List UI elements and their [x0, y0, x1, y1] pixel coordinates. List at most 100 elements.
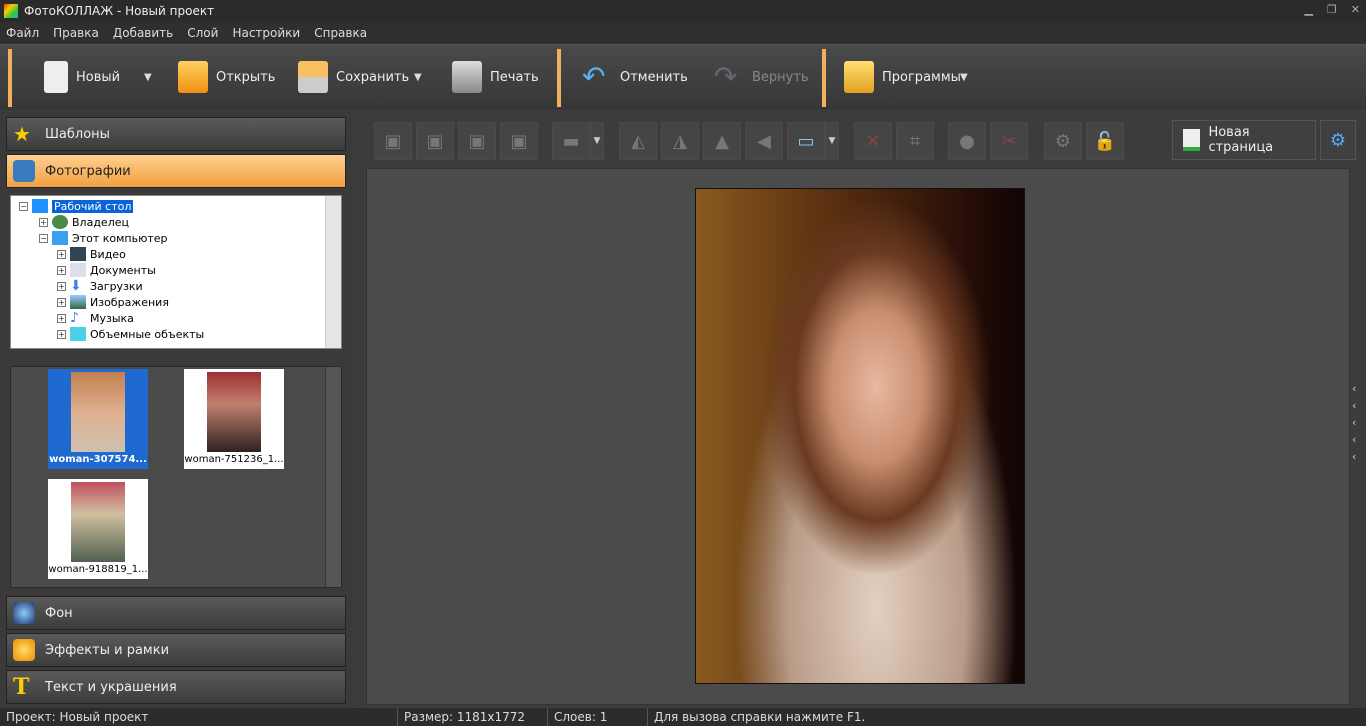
section-background[interactable]: Фон	[6, 596, 346, 630]
tree-label: Музыка	[90, 311, 134, 325]
tree-item-video[interactable]: + Видео	[57, 246, 126, 262]
menu-file[interactable]: Файл	[6, 26, 39, 40]
star-icon: ★	[13, 122, 31, 146]
new-dropdown-arrow[interactable]: ▼	[144, 55, 152, 99]
music-note-icon: ♪	[70, 310, 79, 326]
expand-icon: +	[57, 313, 66, 323]
delete-button[interactable]: ✕	[854, 122, 892, 160]
menu-layer[interactable]: Слой	[187, 26, 218, 40]
collage-photo[interactable]	[695, 188, 1025, 684]
send-backward-button[interactable]: ▣	[458, 122, 496, 160]
send-to-back-button[interactable]: ▣	[500, 122, 538, 160]
new-page-icon	[1183, 129, 1201, 151]
expand-icon: +	[57, 265, 66, 275]
close-button[interactable]: ✕	[1351, 3, 1360, 16]
tree-item-music[interactable]: + ♪ Музыка	[57, 310, 134, 326]
tree-label: Загрузки	[90, 279, 143, 293]
programs-dropdown-arrow[interactable]: ▼	[960, 55, 968, 99]
programs-button[interactable]: Программы	[844, 55, 961, 99]
bring-forward-button[interactable]: ▣	[416, 122, 454, 160]
tree-item-this-pc[interactable]: − Этот компьютер	[39, 230, 168, 246]
thumbnail-caption: woman-307574...	[49, 454, 147, 465]
tree-scrollbar[interactable]	[325, 196, 341, 348]
cube-icon	[70, 327, 86, 341]
folder-icon	[178, 61, 208, 93]
align-button[interactable]: ▬	[552, 122, 590, 160]
background-label: Фон	[45, 605, 73, 621]
menu-add[interactable]: Добавить	[113, 26, 173, 40]
menu-settings[interactable]: Настройки	[232, 26, 300, 40]
collapse-icon: −	[39, 233, 48, 243]
maximize-button[interactable]: ❐	[1327, 3, 1337, 16]
rotate-right-button[interactable]: ◮	[661, 122, 699, 160]
thumbnail-image	[71, 482, 125, 562]
status-size: Размер: 1181x1772	[398, 708, 548, 726]
bring-to-front-button[interactable]: ▣	[374, 122, 412, 160]
effects-button[interactable]: ●	[948, 122, 986, 160]
side-panel-toggle[interactable]: ‹ ‹ ‹ ‹ ‹	[1352, 382, 1356, 463]
status-bar: Проект: Новый проект Размер: 1181x1772 С…	[0, 708, 1366, 726]
fit-dropdown-arrow[interactable]: ▼	[825, 122, 839, 160]
window-title: ФотоКОЛЛАЖ - Новый проект	[24, 4, 215, 18]
tree-item-3d-objects[interactable]: + Объемные объекты	[57, 326, 204, 342]
tree-label: Этот компьютер	[72, 231, 168, 245]
flip-horizontal-button[interactable]: ▲	[703, 122, 741, 160]
save-button[interactable]: Сохранить	[298, 55, 409, 99]
tree-item-downloads[interactable]: + ⬇ Загрузки	[57, 278, 143, 294]
undo-label: Отменить	[620, 69, 688, 85]
expand-icon: +	[57, 329, 66, 339]
tree-label: Видео	[90, 247, 126, 261]
flip-vertical-button[interactable]: ◀	[745, 122, 783, 160]
tree-item-owner[interactable]: + Владелец	[39, 214, 129, 230]
computer-icon	[52, 231, 68, 245]
rotate-left-button[interactable]: ◭	[619, 122, 657, 160]
menu-edit[interactable]: Правка	[53, 26, 99, 40]
thumbnail-scrollbar[interactable]	[325, 367, 341, 587]
redo-arrow-icon: ↷	[714, 60, 738, 93]
new-button[interactable]: Новый	[44, 55, 120, 99]
lock-button[interactable]: 🔓	[1086, 122, 1124, 160]
page-settings-button[interactable]: ⚙	[1320, 120, 1356, 160]
palette-icon	[13, 639, 35, 661]
print-button[interactable]: Печать	[452, 55, 539, 99]
redo-label: Вернуть	[752, 69, 809, 85]
expand-icon: +	[57, 297, 66, 307]
toolbar-divider	[557, 49, 561, 107]
undo-button[interactable]: ↶ Отменить	[582, 55, 688, 99]
crop-button[interactable]: ⌗	[896, 122, 934, 160]
thumbnail-item[interactable]: woman-751236_1...	[184, 369, 284, 469]
programs-label: Программы	[882, 69, 961, 85]
section-effects[interactable]: Эффекты и рамки	[6, 633, 346, 667]
text-t-icon: T	[13, 674, 30, 700]
tree-item-documents[interactable]: + Документы	[57, 262, 156, 278]
folder-tree: − Рабочий стол + Владелец − Этот компьютер …	[10, 195, 342, 349]
minimize-button[interactable]: ▁	[1304, 3, 1312, 16]
thumbnail-item[interactable]: woman-918819_1...	[48, 479, 148, 579]
templates-label: Шаблоны	[45, 126, 110, 142]
section-text[interactable]: T Текст и украшения	[6, 670, 346, 704]
collapse-icon: −	[19, 201, 28, 211]
cut-button[interactable]: ✂	[990, 122, 1028, 160]
section-templates[interactable]: ★ Шаблоны	[6, 117, 346, 151]
redo-button[interactable]: ↷ Вернуть	[714, 55, 809, 99]
settings-gear-button[interactable]: ⚙	[1044, 122, 1082, 160]
new-page-button[interactable]: Новая страница	[1172, 120, 1316, 160]
expand-icon: +	[57, 249, 66, 259]
main-toolbar: Новый ▼ Открыть Сохранить ▼ Печать ↶ Отме…	[0, 44, 1366, 110]
document-icon	[44, 61, 68, 93]
status-project: Проект: Новый проект	[0, 708, 398, 726]
fit-page-button[interactable]: ▭	[787, 122, 825, 160]
save-dropdown-arrow[interactable]: ▼	[414, 55, 422, 99]
tree-item-desktop[interactable]: − Рабочий стол	[19, 198, 134, 214]
open-button[interactable]: Открыть	[178, 55, 275, 99]
align-dropdown-arrow[interactable]: ▼	[590, 122, 604, 160]
effects-label: Эффекты и рамки	[45, 642, 170, 658]
tree-item-pictures[interactable]: + Изображения	[57, 294, 169, 310]
new-page-label: Новая страница	[1208, 125, 1274, 155]
menu-help[interactable]: Справка	[314, 26, 367, 40]
app-logo-icon	[4, 4, 18, 18]
expand-icon: +	[57, 281, 66, 291]
thumbnail-caption: woman-918819_1...	[48, 564, 148, 575]
thumbnail-item[interactable]: woman-307574...	[48, 369, 148, 469]
section-photos[interactable]: Фотографии	[6, 154, 346, 188]
